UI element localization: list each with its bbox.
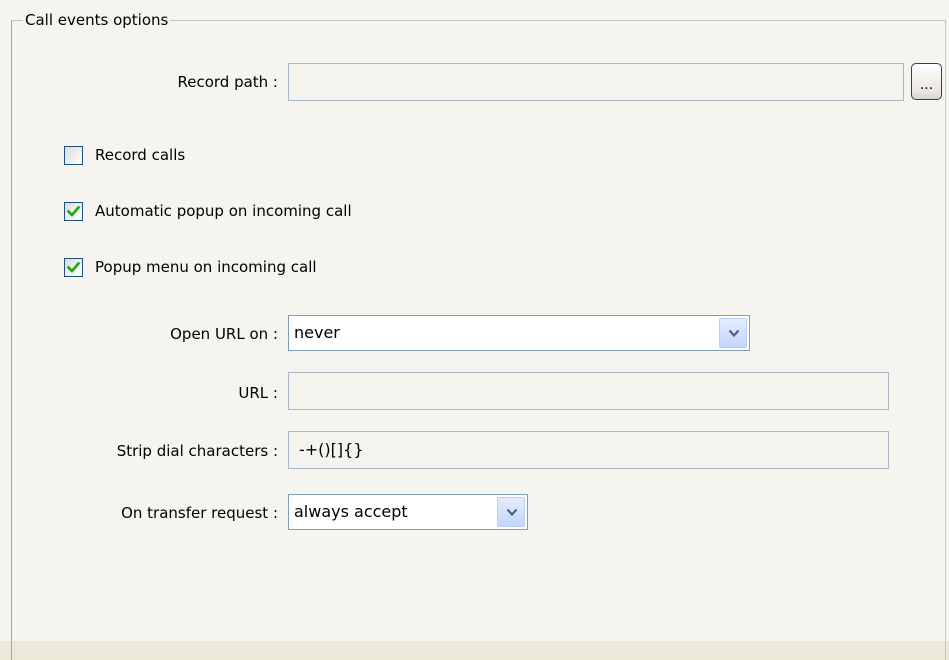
- check-mark-icon: [66, 205, 81, 217]
- chevron-down-icon: [728, 329, 740, 338]
- dropdown-arrow-button[interactable]: [719, 318, 747, 348]
- url-input[interactable]: [288, 372, 889, 410]
- open-url-on-select[interactable]: never: [288, 315, 750, 351]
- auto-popup-label: Automatic popup on incoming call: [95, 202, 352, 220]
- record-path-label: Record path :: [177, 73, 278, 91]
- popup-menu-label: Popup menu on incoming call: [95, 258, 317, 276]
- browse-button[interactable]: ...: [911, 63, 942, 100]
- on-transfer-label: On transfer request :: [121, 504, 278, 522]
- groupbox-title: Call events options: [23, 11, 171, 29]
- auto-popup-checkbox[interactable]: [64, 202, 83, 221]
- on-transfer-select[interactable]: always accept: [288, 494, 528, 530]
- open-url-on-label: Open URL on :: [170, 325, 278, 343]
- strip-dial-input[interactable]: -+()[]{}: [288, 431, 889, 469]
- check-mark-icon: [66, 261, 81, 273]
- open-url-on-value: never: [294, 323, 340, 342]
- call-events-panel: Call events options Record path : ... Re…: [0, 0, 949, 660]
- dropdown-arrow-button[interactable]: [497, 497, 525, 527]
- strip-dial-label: Strip dial characters :: [116, 442, 278, 460]
- on-transfer-value: always accept: [294, 502, 408, 521]
- record-calls-checkbox[interactable]: [64, 146, 83, 165]
- chevron-down-icon: [506, 508, 518, 517]
- popup-menu-checkbox[interactable]: [64, 258, 83, 277]
- record-calls-label: Record calls: [95, 146, 186, 164]
- record-path-input[interactable]: [288, 63, 904, 101]
- url-label: URL :: [238, 384, 278, 402]
